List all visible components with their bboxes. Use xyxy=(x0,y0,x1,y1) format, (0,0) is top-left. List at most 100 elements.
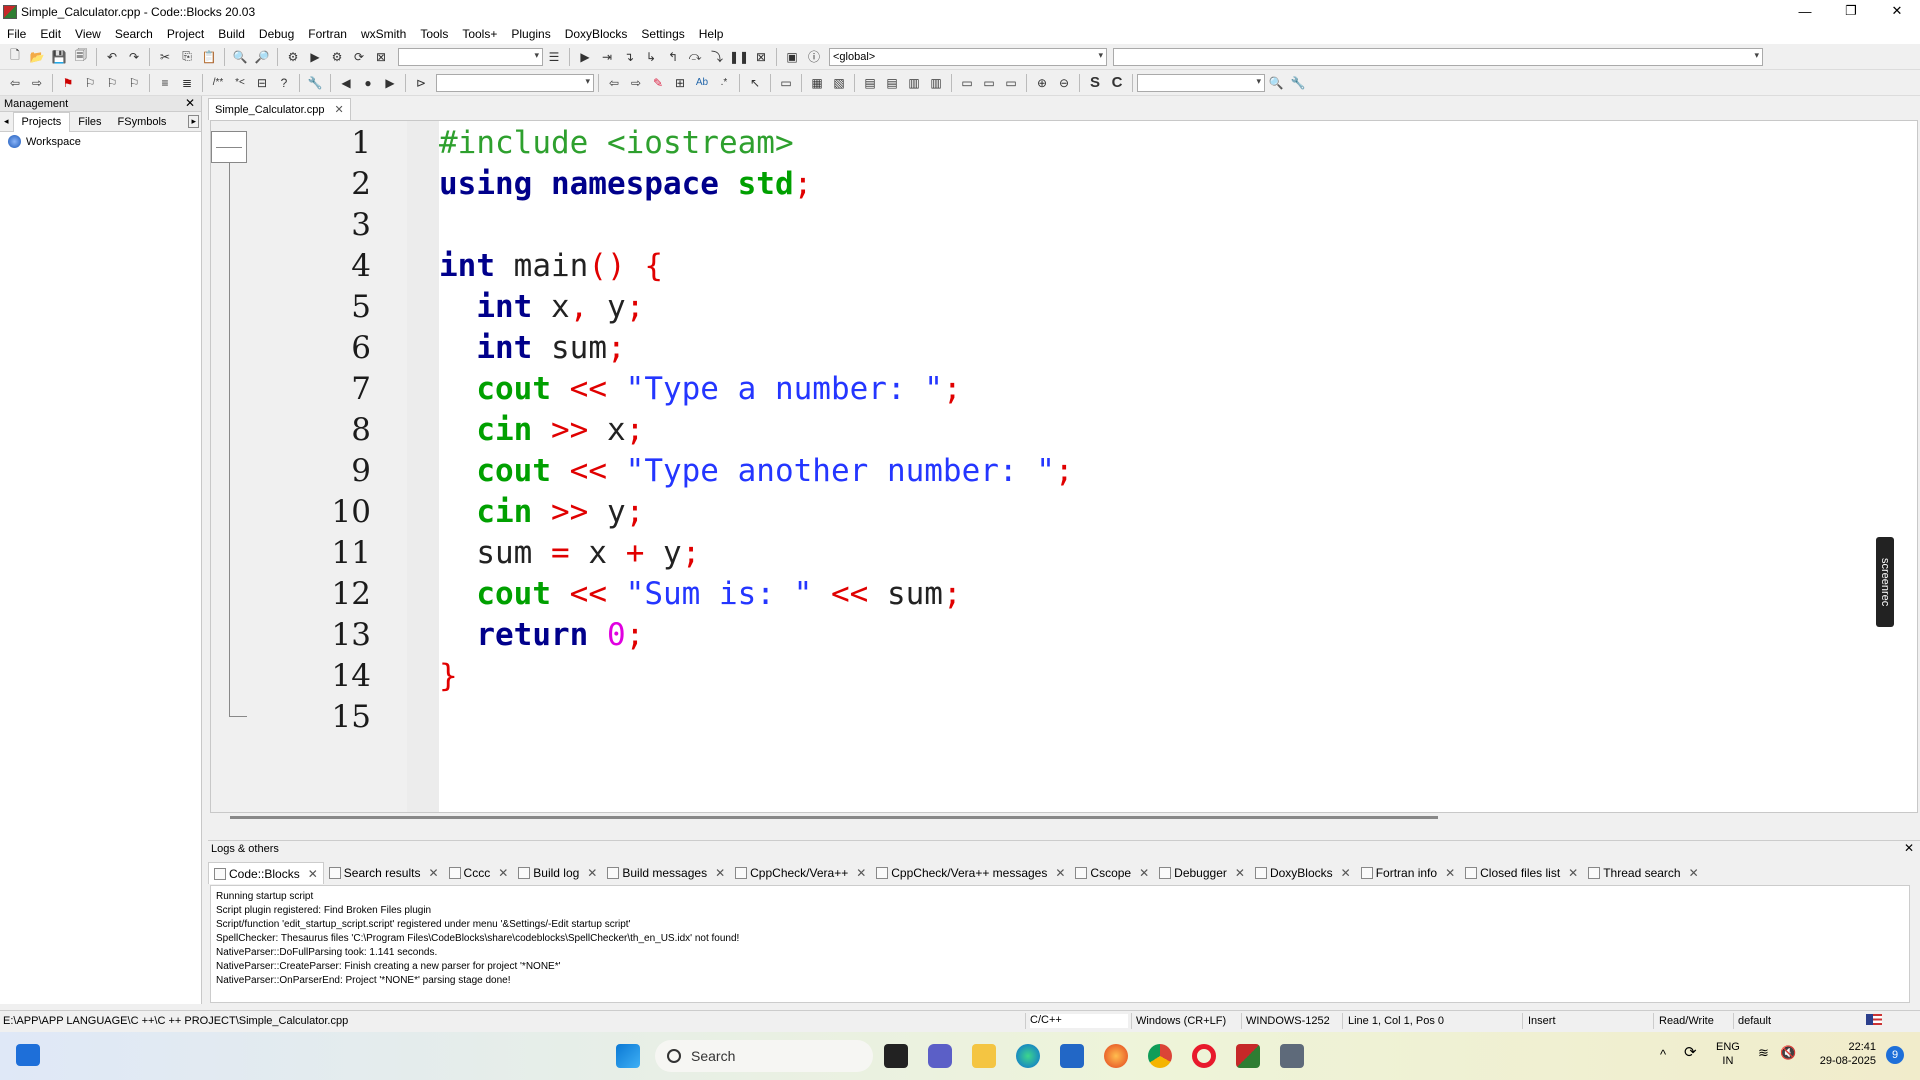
doxy-wizard-icon[interactable]: ⊟ xyxy=(252,73,272,93)
tab-cppcheck-messages[interactable]: CppCheck/Vera++ messages ✕ xyxy=(871,862,1070,884)
layout-c-icon[interactable]: ▥ xyxy=(904,73,924,93)
box-b-icon[interactable]: ▭ xyxy=(979,73,999,93)
abort-icon[interactable]: ⊠ xyxy=(371,47,391,67)
pointer-icon[interactable]: ↖ xyxy=(745,73,765,93)
menu-tools[interactable]: Tools xyxy=(413,27,455,41)
menu-file[interactable]: File xyxy=(0,27,33,41)
paste-icon[interactable]: 📋 xyxy=(199,47,219,67)
fold-collapse-icon[interactable] xyxy=(211,131,247,163)
tab-build-log[interactable]: Build log ✕ xyxy=(513,862,602,884)
close-tab-icon[interactable]: ✕ xyxy=(1235,866,1245,880)
screenrec-overlay[interactable]: screenrec xyxy=(1876,537,1894,627)
next-instruction-icon[interactable]: ⤼ xyxy=(685,47,705,67)
close-tab-icon[interactable]: ✕ xyxy=(1341,866,1351,880)
stop-debug-icon[interactable]: ⊠ xyxy=(751,47,771,67)
menu-plugins[interactable]: Plugins xyxy=(504,27,557,41)
tools-wrench-icon[interactable]: 🔧 xyxy=(305,73,325,93)
chevron-up-icon[interactable]: ^ xyxy=(1660,1048,1666,1062)
opera-icon[interactable] xyxy=(1192,1044,1216,1068)
close-tab-icon[interactable]: ✕ xyxy=(1689,866,1699,880)
thread-search-icon[interactable]: ⊳ xyxy=(411,73,431,93)
close-tab-icon[interactable]: ✕ xyxy=(1445,866,1455,880)
doxy-line-comment-icon[interactable]: *< xyxy=(230,73,250,93)
arrow-right-icon[interactable]: ⇨ xyxy=(626,73,646,93)
close-button[interactable]: ✕ xyxy=(1874,0,1920,22)
layout-b-icon[interactable]: ▤ xyxy=(882,73,902,93)
close-tab-icon[interactable]: ✕ xyxy=(334,103,343,116)
next-icon[interactable]: ▶ xyxy=(380,73,400,93)
store-icon[interactable] xyxy=(1060,1044,1084,1068)
taskbar-search[interactable]: Search xyxy=(655,1040,873,1072)
tab-search-results[interactable]: Search results ✕ xyxy=(324,862,444,884)
tabs-right-arrow-icon[interactable]: ▸ xyxy=(188,115,199,128)
teams-icon[interactable] xyxy=(928,1044,952,1068)
layout-a-icon[interactable]: ▤ xyxy=(860,73,880,93)
build-gear-icon[interactable]: ⚙ xyxy=(283,47,303,67)
regex-icon[interactable]: .* xyxy=(714,73,734,93)
close-tab-icon[interactable]: ✕ xyxy=(1139,866,1149,880)
menu-fortran[interactable]: Fortran xyxy=(301,27,354,41)
close-icon[interactable]: ✕ xyxy=(185,96,195,110)
replace-icon[interactable]: 🔎 xyxy=(252,47,272,67)
close-tab-icon[interactable]: ✕ xyxy=(587,866,597,880)
bookmark-toggle-icon[interactable]: ⚑ xyxy=(58,73,78,93)
step-into-instruction-icon[interactable]: ⤵ xyxy=(707,47,727,67)
thread-search-combo[interactable]: ▾ xyxy=(436,73,594,92)
sync-icon[interactable]: ⟳ xyxy=(1684,1045,1697,1060)
codeblocks-taskbar-icon[interactable] xyxy=(1236,1044,1260,1068)
zoom-in-icon[interactable]: ⊕ xyxy=(1032,73,1052,93)
tab-cccc[interactable]: Cccc ✕ xyxy=(444,862,514,884)
tab-cppcheck[interactable]: CppCheck/Vera++ ✕ xyxy=(730,862,871,884)
tabs-left-arrow-icon[interactable]: ◂ xyxy=(0,116,13,127)
tab-debugger[interactable]: Debugger ✕ xyxy=(1154,862,1250,884)
doxy-comment-block-icon[interactable]: /** xyxy=(208,73,228,93)
menu-project[interactable]: Project xyxy=(160,27,211,41)
form-b-icon[interactable]: ▧ xyxy=(829,73,849,93)
menu-help[interactable]: Help xyxy=(692,27,731,41)
c-icon[interactable]: C xyxy=(1107,73,1127,93)
menu-doxyblocks[interactable]: DoxyBlocks xyxy=(558,27,635,41)
bookmark-clear-icon[interactable]: ⚐ xyxy=(124,73,144,93)
volume-muted-icon[interactable]: 🔇 xyxy=(1780,1046,1796,1060)
tab-files[interactable]: Files xyxy=(70,116,109,128)
jump-forward-icon[interactable]: ⇨ xyxy=(27,73,47,93)
doxy-help-icon[interactable]: ? xyxy=(274,73,294,93)
save-icon[interactable]: 💾 xyxy=(49,47,69,67)
uncomment-icon[interactable]: ≣ xyxy=(177,73,197,93)
chrome-icon[interactable] xyxy=(1148,1044,1172,1068)
language-indicator[interactable]: ENG IN xyxy=(1716,1040,1740,1068)
log-output[interactable]: Running startup script Script plugin reg… xyxy=(210,885,1910,1003)
symbol-combo[interactable]: ▾ xyxy=(1113,47,1763,66)
menu-search[interactable]: Search xyxy=(108,27,160,41)
form-a-icon[interactable]: ▦ xyxy=(807,73,827,93)
editor-tab[interactable]: Simple_Calculator.cpp ✕ xyxy=(208,98,351,120)
redo-icon[interactable]: ↷ xyxy=(124,47,144,67)
firefox-icon[interactable] xyxy=(1104,1044,1128,1068)
close-icon[interactable]: ✕ xyxy=(1904,841,1914,855)
highlight-icon[interactable]: ✎ xyxy=(648,73,668,93)
tab-fortran-info[interactable]: Fortran info ✕ xyxy=(1356,862,1460,884)
file-explorer-icon[interactable] xyxy=(972,1044,996,1068)
close-tab-icon[interactable]: ✕ xyxy=(308,867,318,881)
close-tab-icon[interactable]: ✕ xyxy=(715,866,725,880)
tab-doxyblocks[interactable]: DoxyBlocks ✕ xyxy=(1250,862,1356,884)
undo-icon[interactable]: ↶ xyxy=(102,47,122,67)
dot-icon[interactable]: ● xyxy=(358,73,378,93)
tab-build-messages[interactable]: Build messages ✕ xyxy=(602,862,730,884)
debug-start-icon[interactable]: ▶ xyxy=(575,47,595,67)
prev-icon[interactable]: ◀ xyxy=(336,73,356,93)
find-icon[interactable]: 🔍 xyxy=(230,47,250,67)
menu-settings[interactable]: Settings xyxy=(634,27,691,41)
tab-codeblocks-log[interactable]: Code::Blocks ✕ xyxy=(208,862,324,884)
close-tab-icon[interactable]: ✕ xyxy=(428,866,438,880)
code-area[interactable]: #include <iostream> using namespace std;… xyxy=(439,121,1917,812)
close-tab-icon[interactable]: ✕ xyxy=(856,866,866,880)
target-info-icon[interactable]: ☰ xyxy=(544,47,564,67)
menu-view[interactable]: View xyxy=(68,27,108,41)
menu-wxsmith[interactable]: wxSmith xyxy=(354,27,413,41)
step-into-icon[interactable]: ↳ xyxy=(641,47,661,67)
workspace-node[interactable]: Workspace xyxy=(0,132,201,151)
code-editor[interactable]: 1 2 3 4 5 6 7 8 9 10 11 12 13 14 15 #inc… xyxy=(210,120,1918,813)
box-a-icon[interactable]: ▭ xyxy=(957,73,977,93)
search-go-icon[interactable]: 🔍 xyxy=(1266,73,1286,93)
